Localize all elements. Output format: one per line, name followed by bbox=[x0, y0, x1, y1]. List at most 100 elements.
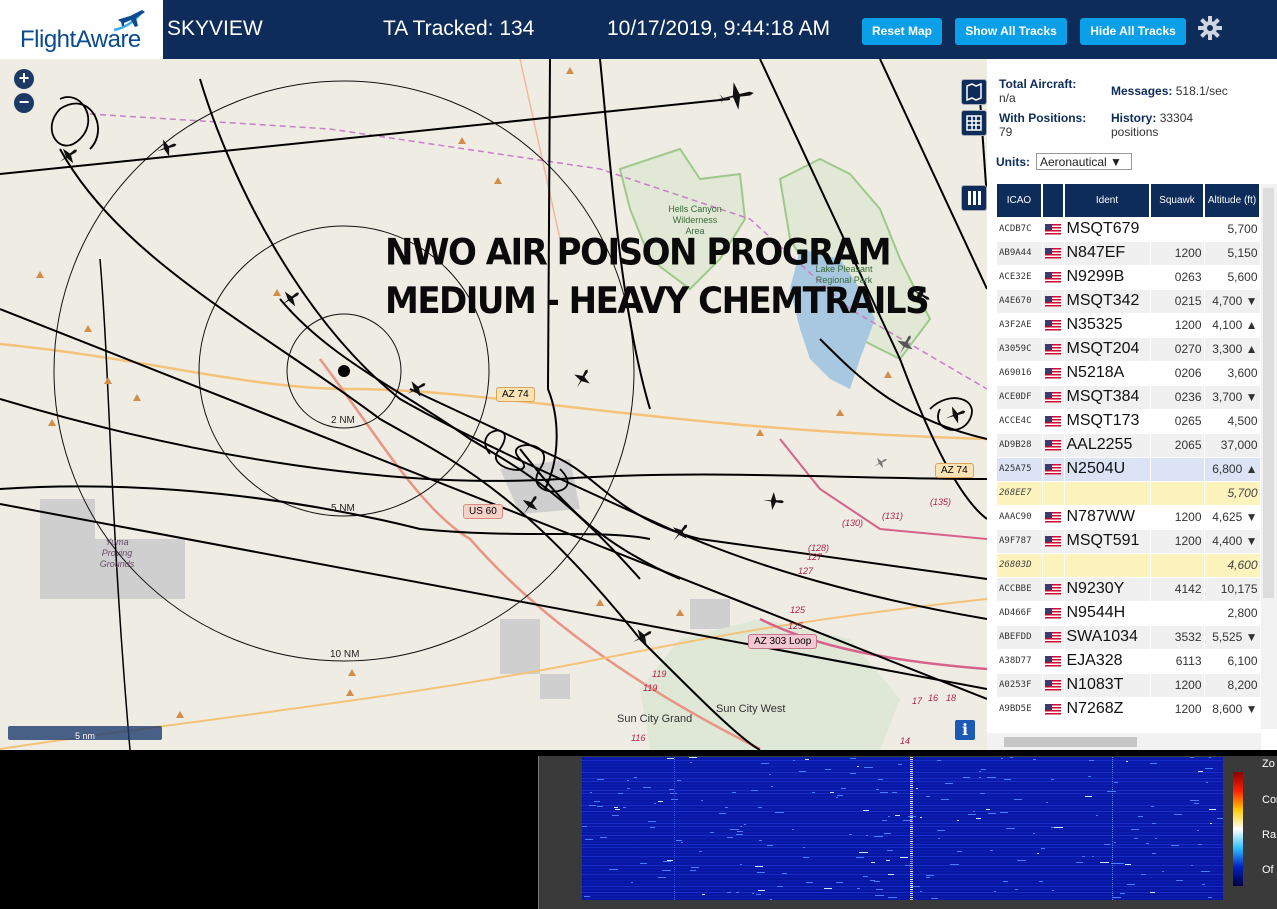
table-row[interactable]: A3059C MSQT204 0270 3,300 ▲ bbox=[997, 337, 1261, 362]
col-ident[interactable]: Ident bbox=[1064, 184, 1151, 217]
table-row[interactable]: AAAC90 N787WW 1200 4,625 ▼ bbox=[997, 505, 1261, 530]
cell-altitude: 4,500 bbox=[1204, 409, 1261, 434]
table-row[interactable]: ACE32E N9299B 0263 5,600 bbox=[997, 265, 1261, 290]
table-row[interactable]: A38D77 EJA328 6113 6,100 bbox=[997, 649, 1261, 674]
table-row[interactable]: A69016 N5218A 0206 3,600 bbox=[997, 361, 1261, 386]
show-all-tracks-button[interactable]: Show All Tracks bbox=[955, 18, 1067, 45]
cell-ident: SWA1034 bbox=[1064, 625, 1151, 650]
table-row[interactable]: ACCE4C MSQT173 0265 4,500 bbox=[997, 409, 1261, 434]
table-row[interactable]: A25A75 N2504U 6,800 ▲ bbox=[997, 457, 1261, 482]
table-header-row: ICAO Ident Squawk Altitude (ft) bbox=[997, 184, 1261, 217]
route-number: 17 bbox=[912, 696, 923, 706]
cell-ident: MSQT173 bbox=[1064, 409, 1151, 434]
map-canvas[interactable] bbox=[0, 59, 987, 750]
col-squawk[interactable]: Squawk bbox=[1150, 184, 1205, 217]
table-vertical-scrollbar[interactable] bbox=[1261, 184, 1277, 729]
cell-flag bbox=[1042, 505, 1065, 530]
us-flag-icon bbox=[1044, 608, 1061, 620]
grid-icon[interactable] bbox=[961, 110, 987, 136]
cell-ident: N1083T bbox=[1064, 673, 1151, 698]
cell-squawk: 0206 bbox=[1150, 361, 1205, 386]
cell-squawk: 1200 bbox=[1150, 673, 1205, 698]
reset-map-button[interactable]: Reset Map bbox=[862, 18, 942, 45]
cell-ident bbox=[1064, 481, 1151, 506]
range-ring-label-5nm: 5 NM bbox=[331, 503, 355, 514]
spectrum-side-label: Zo bbox=[1262, 758, 1275, 770]
columns-icon[interactable] bbox=[961, 185, 987, 211]
zoom-in-button[interactable]: + bbox=[14, 69, 34, 89]
info-button[interactable]: i bbox=[955, 720, 975, 740]
cell-flag bbox=[1042, 241, 1065, 266]
hide-all-tracks-button[interactable]: Hide All Tracks bbox=[1080, 18, 1186, 45]
units-select[interactable]: Aeronautical ▼ bbox=[1036, 153, 1132, 170]
spectrum-side-label: Of bbox=[1262, 864, 1274, 876]
table-row[interactable]: A9F787 MSQT591 1200 4,400 ▼ bbox=[997, 529, 1261, 554]
scrollbar-thumb[interactable] bbox=[1263, 188, 1274, 598]
col-icao[interactable]: ICAO bbox=[997, 184, 1043, 217]
cell-icao: ACE0DF bbox=[997, 385, 1043, 410]
place-sun-city-west: Sun City West bbox=[716, 703, 786, 715]
map-view[interactable]: + − NWO AIR POISON PROGRAM MEDIUM - HEAV… bbox=[0, 59, 987, 750]
table-row[interactable]: A0253F N1083T 1200 8,200 bbox=[997, 673, 1261, 698]
table-row[interactable]: ACCBBE N9230Y 4142 10,175 bbox=[997, 577, 1261, 602]
cell-flag bbox=[1042, 673, 1065, 698]
cell-ident: MSQT384 bbox=[1064, 385, 1151, 410]
cell-squawk: 0215 bbox=[1150, 289, 1205, 314]
table-row[interactable]: AD9B28 AAL2255 2065 37,000 bbox=[997, 433, 1261, 458]
table-horizontal-scrollbar[interactable] bbox=[987, 733, 1261, 750]
table-row[interactable]: 268EE7 5,700 bbox=[997, 481, 1261, 506]
messages-label: Messages: bbox=[1111, 84, 1173, 98]
units-label: Units: bbox=[996, 155, 1030, 169]
cell-ident: N35325 bbox=[1064, 313, 1151, 338]
place-hells-canyon: Hells Canyon Wilderness Area bbox=[668, 204, 722, 236]
cell-icao: A3F2AE bbox=[997, 313, 1043, 338]
cell-altitude: 3,600 bbox=[1204, 361, 1261, 386]
cell-squawk: 4142 bbox=[1150, 577, 1205, 602]
cell-flag bbox=[1042, 433, 1065, 458]
col-flag[interactable] bbox=[1042, 184, 1065, 217]
gear-icon[interactable] bbox=[1197, 15, 1223, 41]
cell-squawk bbox=[1150, 457, 1205, 482]
us-flag-icon bbox=[1044, 464, 1061, 476]
cell-altitude: 5,525 ▼ bbox=[1204, 625, 1261, 650]
table-row[interactable]: A4E670 MSQT342 0215 4,700 ▼ bbox=[997, 289, 1261, 314]
cell-altitude: 8,600 ▼ bbox=[1204, 697, 1261, 722]
route-number: 18 bbox=[946, 693, 957, 703]
zoom-out-button[interactable]: − bbox=[14, 93, 34, 113]
us-flag-icon bbox=[1044, 416, 1061, 428]
cell-icao: ACDB7C bbox=[997, 217, 1043, 242]
us-flag-icon bbox=[1044, 584, 1061, 596]
table-row[interactable]: ACE0DF MSQT384 0236 3,700 ▼ bbox=[997, 385, 1261, 410]
col-altitude[interactable]: Altitude (ft) bbox=[1204, 184, 1261, 217]
map-layers-icon[interactable] bbox=[961, 79, 987, 105]
us-flag-icon bbox=[1044, 344, 1061, 356]
color-scale bbox=[1233, 772, 1243, 886]
route-number: (135) bbox=[930, 497, 952, 507]
us-flag-icon bbox=[1044, 656, 1061, 668]
scrollbar-thumb[interactable] bbox=[1004, 737, 1137, 747]
table-row[interactable]: AB9A44 N847EF 1200 5,150 bbox=[997, 241, 1261, 266]
road-label-az74-east: AZ 74 bbox=[935, 463, 974, 478]
waterfall-display[interactable] bbox=[582, 757, 1223, 900]
table-row[interactable]: AD466F N9544H 2,800 bbox=[997, 601, 1261, 626]
range-ring-label-10nm: 10 NM bbox=[330, 649, 360, 660]
cell-ident: N9544H bbox=[1064, 601, 1151, 626]
table-row[interactable]: 26803D 4,600 bbox=[997, 553, 1261, 578]
cell-flag bbox=[1042, 553, 1065, 578]
cell-icao: ABEFDD bbox=[997, 625, 1043, 650]
route-number: 116 bbox=[631, 733, 646, 743]
with-positions-stat: With Positions: 79 bbox=[999, 111, 1086, 139]
table-row[interactable]: ACDB7C MSQT679 5,700 bbox=[997, 217, 1261, 242]
us-flag-icon bbox=[1044, 536, 1061, 548]
cell-flag bbox=[1042, 577, 1065, 602]
route-number: 125 bbox=[790, 605, 806, 615]
cell-icao: 268EE7 bbox=[997, 481, 1043, 506]
cell-squawk: 1200 bbox=[1150, 505, 1205, 530]
flightaware-logo[interactable]: FlightAware bbox=[0, 0, 163, 59]
table-row[interactable]: A9BD5E N7268Z 1200 8,600 ▼ bbox=[997, 697, 1261, 722]
cell-ident: EJA328 bbox=[1064, 649, 1151, 674]
us-flag-icon bbox=[1044, 704, 1061, 716]
cell-ident: MSQT204 bbox=[1064, 337, 1151, 362]
table-row[interactable]: A3F2AE N35325 1200 4,100 ▲ bbox=[997, 313, 1261, 338]
table-row[interactable]: ABEFDD SWA1034 3532 5,525 ▼ bbox=[997, 625, 1261, 650]
